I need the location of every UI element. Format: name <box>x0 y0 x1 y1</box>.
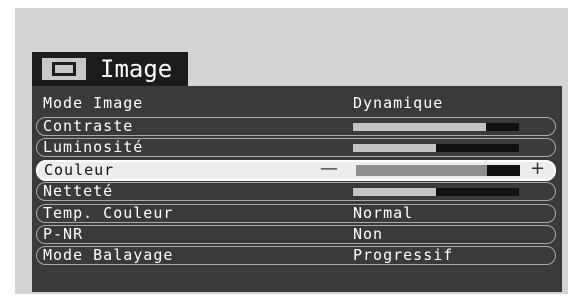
contraste-slider[interactable] <box>353 123 519 131</box>
menu-item-temp-couleur[interactable]: Temp. Couleur Normal <box>36 204 556 223</box>
menu-item-p-nr[interactable]: P-NR Non <box>36 225 556 244</box>
menu-item-label: P-NR <box>43 225 84 243</box>
menu-item-label: Mode Image <box>43 94 144 112</box>
slider-fill <box>356 165 488 176</box>
picture-icon <box>42 58 86 80</box>
menu-item-contraste[interactable]: Contraste <box>36 117 556 136</box>
luminosite-slider[interactable] <box>353 144 519 152</box>
menu-item-mode-balayage[interactable]: Mode Balayage Progressif <box>36 246 556 265</box>
menu-item-value: Progressif <box>353 246 454 264</box>
minus-icon[interactable]: — <box>320 160 338 178</box>
slider-fill <box>353 144 436 152</box>
menu-title: Image <box>100 55 173 83</box>
menu-tab-image[interactable]: Image <box>32 52 188 86</box>
menu-item-label: Temp. Couleur <box>43 204 174 222</box>
menu-item-nettete[interactable]: Netteté <box>36 182 556 201</box>
menu-item-label: Contraste <box>43 117 134 135</box>
plus-icon[interactable]: + <box>530 160 545 178</box>
menu-item-label: Mode Balayage <box>43 246 174 264</box>
menu-item-label: Luminosité <box>43 138 144 156</box>
slider-fill <box>353 188 436 196</box>
menu-item-value: Non <box>353 225 384 243</box>
menu-item-value: Dynamique <box>353 94 444 112</box>
menu-item-luminosite[interactable]: Luminosité <box>36 138 556 157</box>
nettete-slider[interactable] <box>353 188 519 196</box>
menu-item-couleur[interactable]: Couleur — + <box>36 160 556 181</box>
menu-item-value: Normal <box>353 204 414 222</box>
couleur-slider[interactable] <box>356 165 520 176</box>
slider-fill <box>353 123 486 131</box>
menu-item-label: Netteté <box>43 182 114 200</box>
menu-item-label: Couleur <box>44 161 115 179</box>
menu-item-mode-image[interactable]: Mode Image Dynamique <box>36 94 556 113</box>
